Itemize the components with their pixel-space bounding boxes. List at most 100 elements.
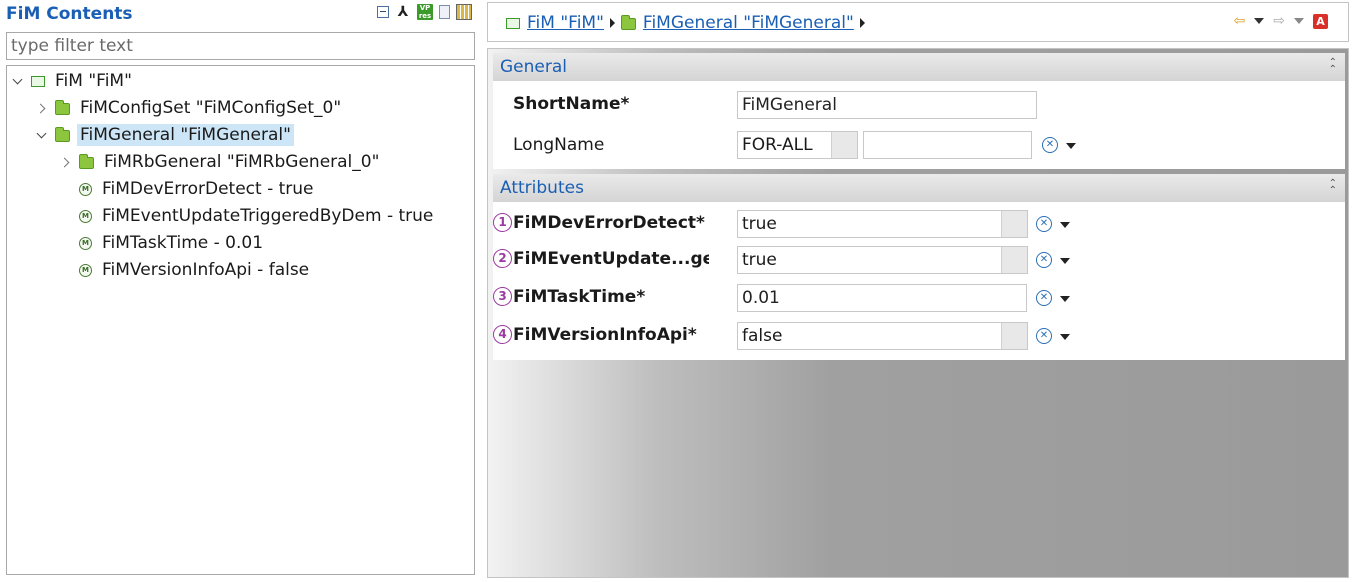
navigation-toolbar: ⇦ ⇨ A: [1234, 13, 1328, 29]
fimversioninfoapi-label: 4 FiMVersionInfoApi*: [493, 324, 697, 345]
field-label-text: FiMDevErrorDetect*: [513, 213, 705, 233]
contents-tree: FiM "FiM" FiMConfigSet "FiMConfigSet_0" …: [6, 65, 475, 575]
breadcrumb-separator-icon[interactable]: [609, 18, 615, 28]
tree-item-label: FiM "FiM": [55, 71, 132, 91]
chevron-down-icon[interactable]: [11, 74, 25, 88]
fimversioninfoapi-select[interactable]: false: [737, 322, 1028, 350]
tree-item-label-selected: FiMGeneral "FiMGeneral": [77, 124, 294, 146]
breadcrumb-trail: FiM "FiM" FiMGeneral "FiMGeneral": [506, 13, 871, 33]
number-badge: 2: [493, 248, 512, 268]
grid-icon[interactable]: [456, 4, 472, 20]
general-section-body: ShortName* LongName FOR-ALL ✕: [493, 81, 1345, 169]
select-value: false: [742, 326, 783, 346]
reset-dropdown-icon[interactable]: [1060, 334, 1070, 340]
combo-button[interactable]: [1001, 323, 1027, 349]
reset-icon[interactable]: ✕: [1036, 290, 1052, 306]
longname-language-select[interactable]: FOR-ALL: [737, 131, 858, 159]
chevron-down-icon[interactable]: [35, 128, 49, 142]
parameter-icon: M: [79, 182, 92, 196]
tree-item-fimtasktime[interactable]: M FiMTaskTime - 0.01: [79, 231, 266, 255]
attributes-section-title: Attributes: [500, 178, 584, 198]
reset-dropdown-icon[interactable]: [1060, 258, 1070, 264]
longname-field[interactable]: [863, 131, 1032, 159]
number-badge: 4: [493, 324, 512, 344]
chevron-right-icon[interactable]: [59, 155, 73, 169]
breadcrumb-separator-icon[interactable]: [859, 18, 865, 28]
tree-item-label: FiMVersionInfoApi - false: [102, 260, 310, 280]
link-icon[interactable]: ⅄: [395, 4, 411, 20]
reset-dropdown-icon[interactable]: [1066, 143, 1076, 149]
fim-contents-panel: FiM Contents ⅄ VPres FiM "FiM" FiMConfig…: [0, 0, 480, 582]
field-label-text: FiMEventUpdate...gere: [513, 249, 709, 269]
vp-res-icon[interactable]: VP res: [417, 4, 433, 20]
panel-header: FiM Contents ⅄ VP res: [0, 0, 480, 28]
longname-language-value: FOR-ALL: [742, 135, 813, 155]
shortname-field[interactable]: [737, 91, 1037, 119]
parameter-icon: M: [79, 263, 92, 277]
chevron-right-icon[interactable]: [35, 101, 49, 115]
reset-icon[interactable]: ✕: [1036, 328, 1052, 344]
select-value: true: [742, 250, 777, 270]
back-dropdown-icon[interactable]: [1254, 18, 1265, 24]
tree-item-fimrbgeneral[interactable]: FiMRbGeneral "FiMRbGeneral_0": [59, 150, 382, 174]
shortname-label: ShortName*: [513, 94, 630, 114]
folder-icon: [55, 127, 70, 142]
combo-button[interactable]: [1001, 247, 1027, 273]
collapse-icon[interactable]: ⌃ ⌃: [1329, 179, 1337, 196]
attributes-section-header[interactable]: Attributes ⌃ ⌃: [493, 174, 1345, 202]
folder-icon: [79, 154, 94, 169]
tree-item-fimeventupdate[interactable]: M FiMEventUpdateTriggeredByDem - true: [79, 204, 436, 228]
editor-form: General ⌃⌃ ShortName* LongName FOR-ALL ✕…: [487, 48, 1349, 578]
fimeventupdate-select[interactable]: true: [737, 246, 1028, 274]
tree-item-fimconfigset[interactable]: FiMConfigSet "FiMConfigSet_0": [35, 96, 344, 120]
reset-icon[interactable]: ✕: [1042, 137, 1058, 153]
breadcrumb-link-fim[interactable]: FiM "FiM": [527, 13, 604, 33]
fimtasktime-field[interactable]: [737, 284, 1027, 312]
parameter-icon: M: [79, 209, 92, 223]
select-value: true: [742, 214, 777, 234]
filter-input[interactable]: [6, 32, 475, 60]
tree-item-label: FiMTaskTime - 0.01: [102, 233, 264, 253]
field-label-text: FiMVersionInfoApi*: [513, 325, 697, 345]
combo-button[interactable]: [1001, 211, 1027, 237]
number-badge: 3: [493, 286, 512, 306]
reset-dropdown-icon[interactable]: [1060, 296, 1070, 302]
fimdeverrordetect-label: 1 FiMDevErrorDetect*: [493, 212, 705, 233]
longname-label: LongName: [513, 135, 605, 155]
general-section-header[interactable]: General ⌃ ⌃: [493, 53, 1345, 81]
tree-item-fim[interactable]: FiM "FiM": [11, 69, 135, 93]
autosar-icon[interactable]: A: [1313, 13, 1328, 29]
tree-item-label: FiMRbGeneral "FiMRbGeneral_0": [104, 152, 380, 172]
module-icon: [31, 75, 45, 87]
panel-title: FiM Contents: [6, 4, 133, 24]
fimeventupdate-label: 2FiMEventUpdate...gere: [493, 248, 709, 269]
module-icon: [506, 17, 520, 29]
fimdeverrordetect-select[interactable]: true: [737, 210, 1028, 238]
collapse-all-icon[interactable]: [377, 6, 389, 18]
tree-item-label: FiMDevErrorDetect - true: [102, 179, 314, 199]
attributes-section-body: 1 FiMDevErrorDetect* true ✕ 2 FiMEventUpda…: [493, 202, 1345, 360]
tree-item-fimversioninfoapi[interactable]: M FiMVersionInfoApi - false: [79, 258, 312, 282]
breadcrumb-link-fimgeneral[interactable]: FiMGeneral "FiMGeneral": [643, 13, 854, 33]
panel-toolbar: ⅄ VP res: [377, 4, 472, 20]
folder-icon: [620, 15, 636, 30]
tree-item-fimgeneral[interactable]: FiMGeneral "FiMGeneral": [35, 123, 294, 147]
general-section-title: General: [500, 57, 567, 77]
folder-icon: [55, 100, 70, 115]
number-badge: 1: [493, 212, 512, 232]
field-label-text: FiMTaskTime*: [513, 287, 646, 307]
combo-button[interactable]: [831, 132, 857, 158]
tree-item-label: FiMEventUpdateTriggeredByDem - true: [102, 206, 434, 226]
parameter-icon: M: [79, 236, 92, 250]
reset-icon[interactable]: ✕: [1036, 216, 1052, 232]
document-icon[interactable]: [439, 5, 450, 19]
forward-arrow-icon[interactable]: ⇨: [1273, 13, 1285, 29]
fimtasktime-label: 3 FiMTaskTime*: [493, 286, 646, 307]
forward-dropdown-icon[interactable]: [1294, 18, 1304, 24]
tree-item-label: FiMConfigSet "FiMConfigSet_0": [80, 98, 342, 118]
tree-item-fimdeverrordetect[interactable]: M FiMDevErrorDetect - true: [79, 177, 317, 201]
back-arrow-icon[interactable]: ⇦: [1234, 13, 1246, 29]
reset-dropdown-icon[interactable]: [1060, 222, 1070, 228]
reset-icon[interactable]: ✕: [1036, 252, 1052, 268]
collapse-icon[interactable]: ⌃ ⌃: [1329, 58, 1337, 75]
